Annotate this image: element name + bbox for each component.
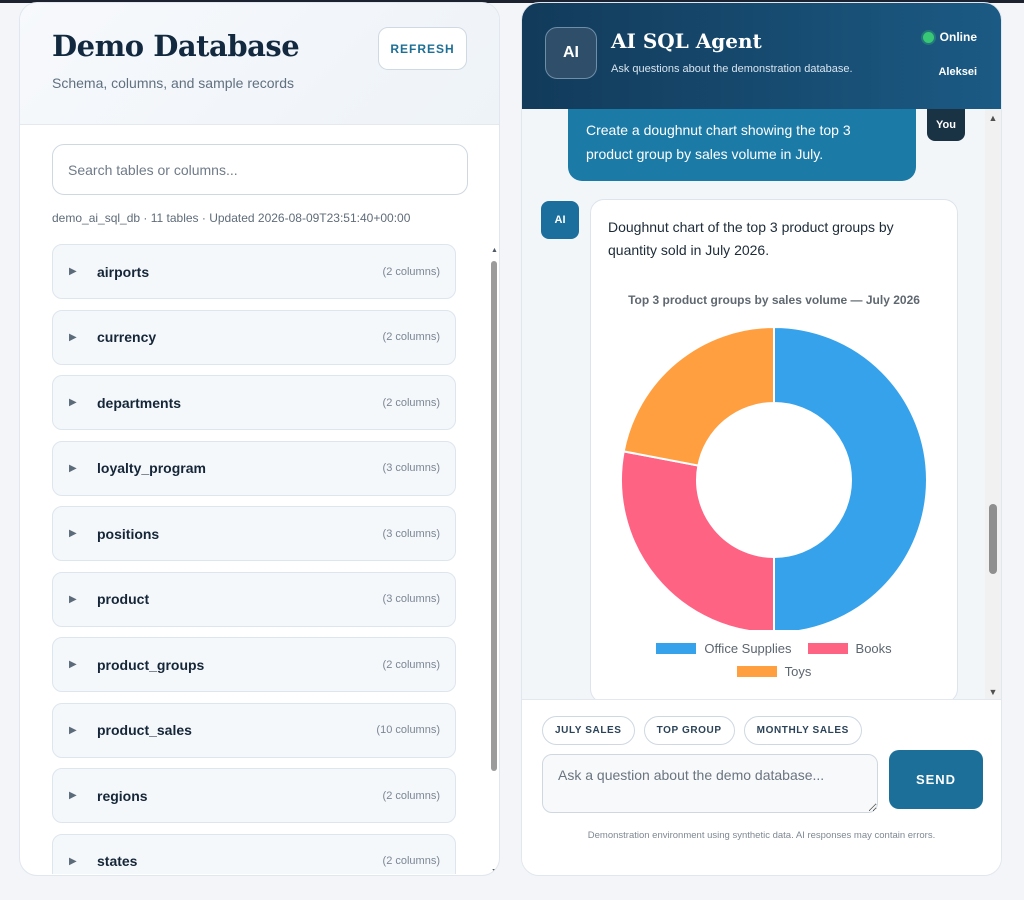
table-row-product[interactable]: ▶ product (3 columns) bbox=[52, 571, 456, 627]
suggestion-chips: JULY SALES TOP GROUP MONTHLY SALES bbox=[542, 716, 871, 745]
scroll-up-arrow-icon[interactable]: ▲ bbox=[985, 113, 1001, 123]
schema-header: Demo Database Schema, columns, and sampl… bbox=[20, 3, 499, 125]
column-count: (10 columns) bbox=[376, 724, 440, 736]
legend-label: Books bbox=[855, 641, 892, 656]
table-row-states[interactable]: ▶ states (2 columns) bbox=[52, 833, 456, 874]
table-name: departments bbox=[97, 394, 182, 411]
legend-item[interactable]: Toys bbox=[736, 660, 812, 683]
legend-swatch bbox=[807, 643, 848, 654]
scroll-down-arrow-icon[interactable]: ▼ bbox=[490, 868, 499, 875]
schema-panel: Demo Database Schema, columns, and sampl… bbox=[19, 2, 500, 876]
chip-july-sales[interactable]: JULY SALES bbox=[542, 716, 635, 745]
expand-triangle-icon: ▶ bbox=[69, 659, 77, 670]
expand-triangle-icon: ▶ bbox=[69, 593, 77, 605]
table-list: ▶ airports (2 columns) ▶ currency (2 col… bbox=[52, 244, 456, 874]
page-subtitle: Schema, columns, and sample records bbox=[52, 75, 294, 91]
chip-top-group[interactable]: TOP GROUP bbox=[643, 716, 735, 745]
search-box bbox=[52, 144, 468, 195]
status-text: Online bbox=[939, 30, 977, 44]
table-name: airports bbox=[97, 263, 150, 280]
chat-panel: AI AI SQL Agent Ask questions about the … bbox=[521, 2, 1002, 876]
expand-triangle-icon: ▶ bbox=[69, 790, 77, 801]
table-name: regions bbox=[97, 787, 148, 804]
table-name: positions bbox=[97, 525, 160, 542]
disclaimer: Demonstration environment using syntheti… bbox=[587, 830, 936, 841]
database-meta: demo_ai_sql_db · 11 tables · Updated 202… bbox=[52, 211, 411, 225]
chart-title: Top 3 product groups by sales volume — J… bbox=[628, 293, 920, 307]
ai-message: Doughnut chart of the top 3 product grou… bbox=[590, 199, 958, 699]
message-composer: JULY SALES TOP GROUP MONTHLY SALES SEND … bbox=[522, 699, 1001, 875]
online-dot-icon bbox=[922, 31, 934, 43]
chip-monthly-sales[interactable]: MONTHLY SALES bbox=[743, 716, 862, 745]
agent-subtitle: Ask questions about the demonstration da… bbox=[611, 63, 853, 75]
scrollbar-thumb[interactable] bbox=[491, 261, 497, 771]
column-count: (3 columns) bbox=[382, 462, 440, 474]
legend-item[interactable]: Office Supplies bbox=[656, 637, 792, 660]
status-badge: Online bbox=[922, 30, 977, 44]
column-count: (3 columns) bbox=[382, 527, 440, 540]
column-count: (2 columns) bbox=[382, 265, 440, 278]
legend-row: Office Supplies Books bbox=[591, 637, 957, 660]
table-name: product_sales bbox=[97, 722, 192, 738]
table-row-product-groups[interactable]: ▶ product_groups (2 columns) bbox=[52, 637, 456, 692]
table-name: product bbox=[97, 591, 150, 607]
expand-triangle-icon: ▶ bbox=[69, 331, 77, 343]
column-count: (2 columns) bbox=[382, 658, 440, 671]
table-name: loyalty_program bbox=[97, 460, 206, 476]
search-input[interactable] bbox=[52, 144, 468, 195]
table-list-scrollbar[interactable]: ▲ ▼ bbox=[490, 247, 499, 875]
doughnut-slice-toys[interactable] bbox=[622, 325, 775, 467]
chat-header: AI AI SQL Agent Ask questions about the … bbox=[522, 3, 1001, 109]
legend-label: Office Supplies bbox=[704, 641, 792, 656]
expand-triangle-icon: ▶ bbox=[69, 397, 77, 408]
table-row-loyalty-program[interactable]: ▶ loyalty_program (3 columns) bbox=[52, 440, 456, 496]
ai-avatar: AI bbox=[541, 201, 579, 239]
user-message: Create a doughnut chart showing the top … bbox=[568, 109, 916, 181]
table-row-airports[interactable]: ▶ airports (2 columns) bbox=[52, 244, 456, 299]
table-row-positions[interactable]: ▶ positions (3 columns) bbox=[52, 506, 456, 561]
ai-message-text: Doughnut chart of the top 3 product grou… bbox=[608, 219, 894, 258]
legend-swatch bbox=[656, 643, 697, 654]
column-count: (2 columns) bbox=[382, 331, 440, 343]
table-name: currency bbox=[97, 329, 157, 345]
username: Aleksei bbox=[938, 66, 977, 78]
refresh-button[interactable]: REFRESH bbox=[378, 27, 467, 70]
doughnut-slice-office-supplies[interactable] bbox=[773, 325, 928, 630]
chart-legend: Office Supplies Books Toys bbox=[591, 637, 957, 683]
expand-triangle-icon: ▶ bbox=[69, 462, 77, 474]
scrollbar-thumb[interactable] bbox=[989, 504, 997, 574]
scroll-up-arrow-icon[interactable]: ▲ bbox=[490, 247, 499, 254]
agent-logo: AI bbox=[545, 27, 597, 79]
column-count: (2 columns) bbox=[382, 396, 440, 409]
agent-title: AI SQL Agent bbox=[611, 29, 762, 53]
legend-item[interactable]: Books bbox=[807, 637, 892, 660]
expand-triangle-icon: ▶ bbox=[69, 855, 77, 867]
table-row-regions[interactable]: ▶ regions (2 columns) bbox=[52, 768, 456, 823]
expand-triangle-icon: ▶ bbox=[69, 724, 77, 736]
message-input[interactable] bbox=[542, 754, 878, 813]
legend-label: Toys bbox=[784, 664, 812, 679]
chat-scrollbar[interactable]: ▲ ▼ bbox=[985, 109, 1001, 699]
doughnut-slice-books[interactable] bbox=[620, 450, 775, 630]
expand-triangle-icon: ▶ bbox=[69, 266, 77, 277]
legend-swatch bbox=[736, 666, 777, 677]
scroll-down-arrow-icon[interactable]: ▼ bbox=[985, 687, 1001, 697]
table-name: states bbox=[97, 853, 138, 869]
doughnut-chart bbox=[620, 325, 928, 630]
table-name: product_groups bbox=[97, 656, 205, 673]
table-row-product-sales[interactable]: ▶ product_sales (10 columns) bbox=[52, 702, 456, 758]
user-avatar: You bbox=[927, 109, 965, 141]
table-row-departments[interactable]: ▶ departments (2 columns) bbox=[52, 375, 456, 430]
send-button[interactable]: SEND bbox=[889, 750, 983, 809]
chat-messages: Create a doughnut chart showing the top … bbox=[522, 109, 1001, 699]
legend-row: Toys bbox=[591, 660, 957, 683]
table-row-currency[interactable]: ▶ currency (2 columns) bbox=[52, 309, 456, 365]
column-count: (3 columns) bbox=[382, 593, 440, 605]
column-count: (2 columns) bbox=[382, 789, 440, 802]
expand-triangle-icon: ▶ bbox=[69, 528, 77, 539]
column-count: (2 columns) bbox=[382, 855, 440, 867]
